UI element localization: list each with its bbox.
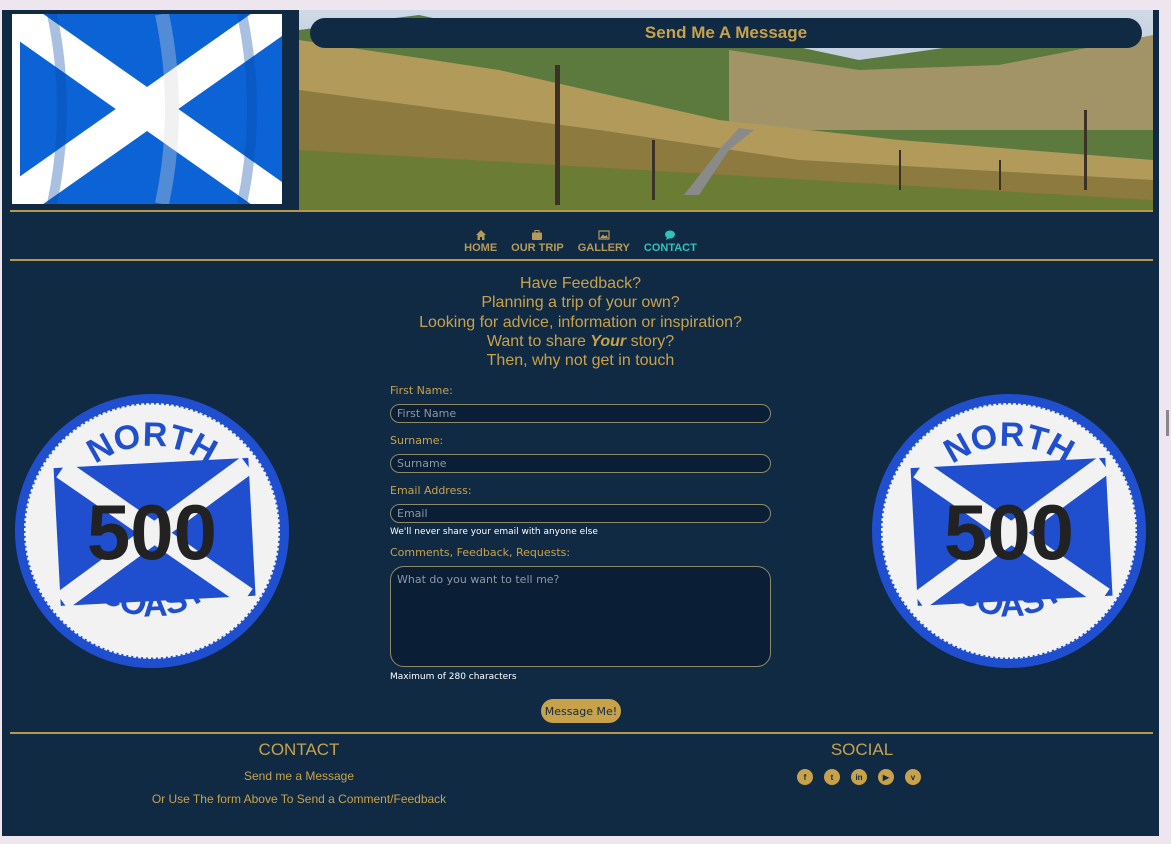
- footer-contact-heading: CONTACT: [258, 740, 340, 759]
- send-message-link[interactable]: Send me a Message: [149, 769, 449, 783]
- comments-label: Comments, Feedback, Requests:: [390, 546, 571, 559]
- divider: [10, 732, 1153, 734]
- intro-line: Have Feedback?: [520, 275, 641, 292]
- intro-line: Want to share Your story?: [486, 332, 675, 350]
- divider: [10, 259, 1153, 261]
- nav-item-label: CONTACT: [643, 241, 697, 254]
- twitter-icon[interactable]: t: [824, 769, 840, 785]
- intro-line: Looking for advice, information or inspi…: [419, 313, 742, 331]
- image-icon: [598, 229, 610, 240]
- nc500-badge-right: NORTH 500 COAST: [872, 394, 1146, 668]
- nav-item-label: GALLERY: [577, 241, 630, 254]
- surname-label: Surname:: [390, 434, 444, 447]
- page: Send Me A Message HOME OUR TRIP GALLERY …: [2, 10, 1159, 836]
- svg-text:500: 500: [87, 488, 217, 576]
- divider: [10, 210, 1153, 212]
- first-name-label: First Name:: [390, 384, 453, 397]
- email-note: We'll never share your email with anyone…: [390, 527, 598, 537]
- youtube-icon[interactable]: ▶: [878, 769, 894, 785]
- email-label: Email Address:: [390, 484, 472, 497]
- page-title: Send Me A Message: [310, 18, 1142, 48]
- nav-item-our-trip[interactable]: OUR TRIP: [511, 221, 564, 261]
- main-nav: HOME OUR TRIP GALLERY CONTACT: [2, 221, 1159, 261]
- scotland-flag-image: [12, 14, 282, 204]
- chat-icon: [665, 230, 676, 240]
- social-links: f t in ▶ v: [797, 769, 921, 785]
- intro-line: Planning a trip of your own?: [481, 294, 680, 312]
- nav-item-gallery[interactable]: GALLERY: [578, 221, 630, 261]
- footer-social-heading: SOCIAL: [830, 740, 894, 759]
- first-name-input[interactable]: First Name: [390, 404, 771, 423]
- emphasis-your: Your: [590, 332, 627, 350]
- linkedin-icon[interactable]: in: [851, 769, 867, 785]
- surname-input[interactable]: Surname: [390, 454, 771, 473]
- nav-item-home[interactable]: HOME: [464, 221, 497, 261]
- intro-text: Have Feedback? Planning a trip of your o…: [2, 274, 1159, 370]
- nc500-badge-left: NORTH 500 COAST: [15, 394, 289, 668]
- comments-note: Maximum of 280 characters: [390, 672, 517, 682]
- contact-form: First Name: First Name Surname: Surname …: [390, 384, 772, 682]
- email-input[interactable]: Email: [390, 504, 771, 523]
- footer-contact-text: Or Use The form Above To Send a Comment/…: [151, 792, 447, 806]
- intro-line: Then, why not get in touch: [486, 352, 675, 370]
- nav-item-contact[interactable]: CONTACT: [644, 221, 697, 261]
- vimeo-icon[interactable]: v: [905, 769, 921, 785]
- home-icon: [475, 229, 486, 240]
- svg-text:500: 500: [944, 488, 1074, 576]
- comments-textarea[interactable]: What do you want to tell me?: [390, 566, 771, 667]
- header-banner: Send Me A Message: [2, 10, 1159, 210]
- scrollbar-thumb[interactable]: [1166, 410, 1169, 436]
- nav-item-label: OUR TRIP: [511, 241, 564, 254]
- message-me-button[interactable]: Message Me!: [541, 699, 621, 723]
- facebook-icon[interactable]: f: [797, 769, 813, 785]
- nav-item-label: HOME: [464, 241, 498, 254]
- briefcase-icon: [532, 229, 543, 240]
